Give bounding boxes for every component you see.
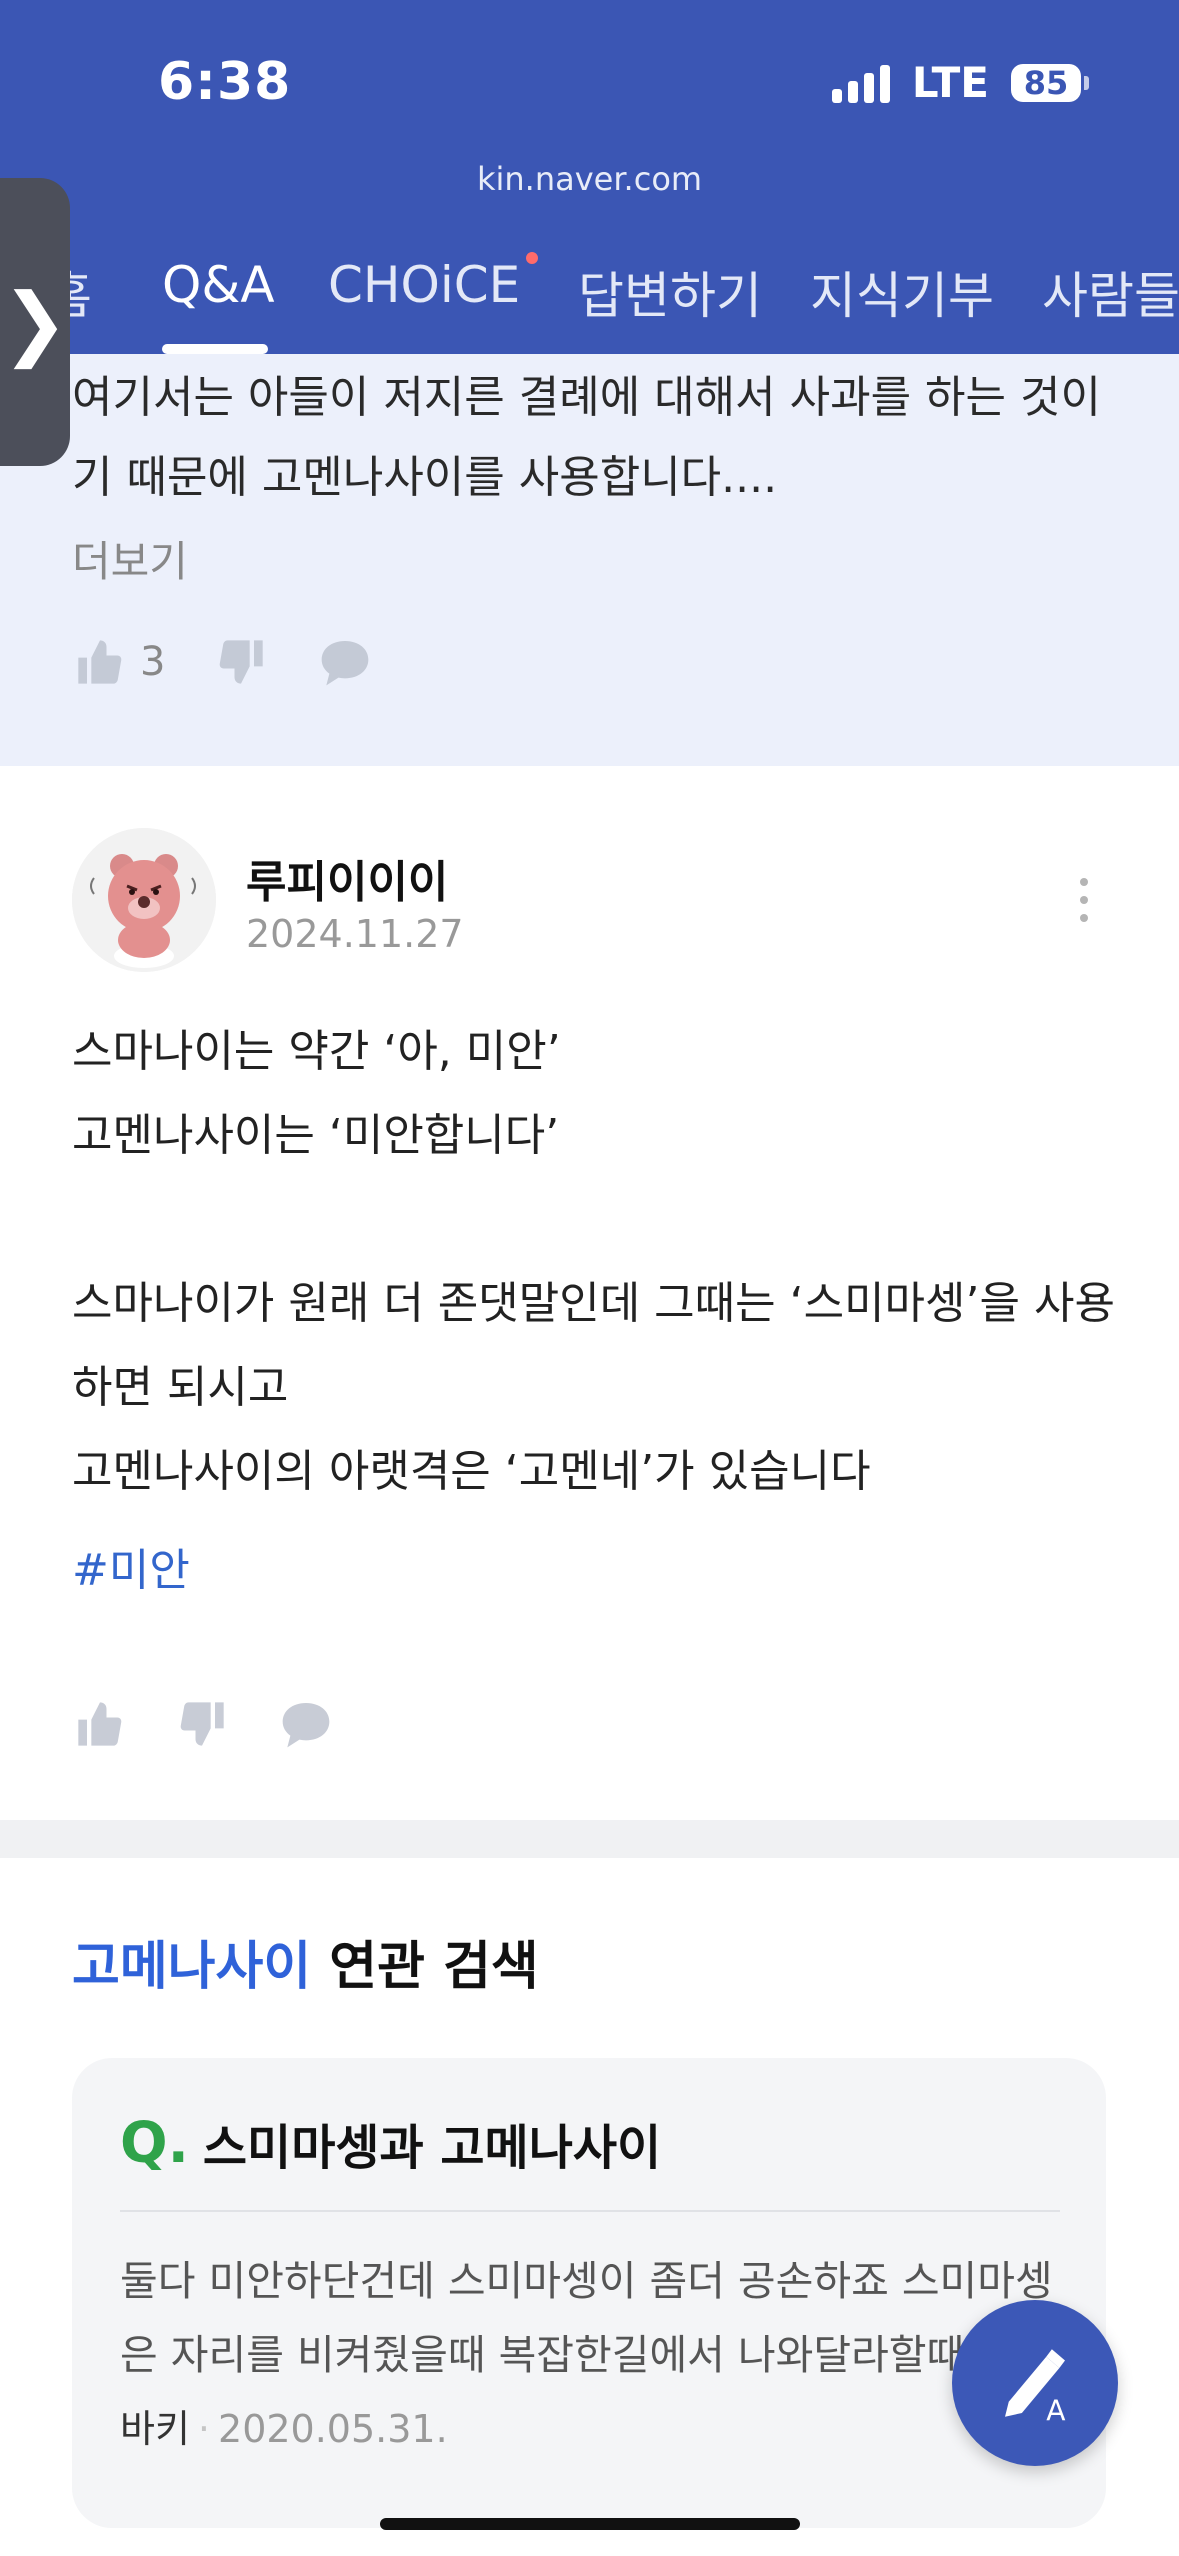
status-time: 6:38 bbox=[158, 52, 292, 112]
related-question-title: 스미마셍과 고메나사이 bbox=[202, 2120, 662, 2176]
author-name[interactable]: 루피이이이 bbox=[246, 846, 448, 910]
tab-donate[interactable]: 지식기부 bbox=[810, 256, 994, 328]
battery-icon: 85 bbox=[1011, 63, 1089, 102]
answer-card: 루피이이이 2024.11.27 스마나이는 약간 ‘아, 미안’ 고멘나사이는… bbox=[0, 766, 1179, 1820]
meta-separator: · bbox=[197, 2407, 211, 2451]
comment-icon bbox=[322, 641, 369, 686]
tab-qna[interactable]: Q&A bbox=[162, 256, 275, 314]
related-author: 바키 bbox=[120, 2407, 190, 2451]
kebab-menu-icon[interactable] bbox=[1080, 878, 1090, 922]
status-indicators: LTE 85 bbox=[831, 58, 1089, 107]
related-question-card[interactable]: Q. 스미마셍과 고메나사이 둘다 미안하단건데 스미마셍이 좀더 공손하죠 스… bbox=[72, 2058, 1106, 2528]
dislike-button[interactable] bbox=[176, 1698, 228, 1750]
card-divider bbox=[120, 2210, 1060, 2212]
comment-button[interactable] bbox=[278, 1698, 334, 1750]
thumbs-up-icon bbox=[78, 1702, 122, 1746]
related-meta: 바키 · 2020.05.31. bbox=[120, 2398, 448, 2453]
answer-line bbox=[72, 1178, 1132, 1262]
tab-answer[interactable]: 답변하기 bbox=[578, 256, 762, 328]
hashtag-link[interactable]: #미안 bbox=[72, 1534, 190, 1598]
thumbs-up-icon bbox=[78, 640, 122, 684]
answer-line: 스마나이는 약간 ‘아, 미안’ bbox=[72, 1026, 561, 1077]
tab-choice[interactable]: CHOiCE bbox=[328, 256, 520, 314]
related-question[interactable]: Q. 스미마셍과 고메나사이 bbox=[120, 2108, 661, 2178]
answer-highlighted: 여기서는 아들이 저지른 결례에 대해서 사과를 하는 것이기 때문에 고멘나사… bbox=[0, 354, 1179, 766]
home-indicator bbox=[380, 2518, 800, 2530]
reaction-bar: 3 bbox=[74, 636, 423, 688]
battery-level: 85 bbox=[1011, 63, 1081, 102]
side-panel-handle[interactable]: ❯ bbox=[0, 178, 70, 466]
related-keyword[interactable]: 고메나사이 bbox=[72, 1937, 311, 1997]
question-mark-icon: Q. bbox=[120, 2110, 189, 2176]
answer-body: 스마나이는 약간 ‘아, 미안’ 고멘나사이는 ‘미안합니다’ 스마나이가 원래… bbox=[72, 1010, 1132, 1514]
like-button[interactable] bbox=[74, 1698, 126, 1750]
answer-text: 여기서는 아들이 저지른 결례에 대해서 사과를 하는 것이기 때문에 고멘나사… bbox=[72, 372, 1101, 503]
thumbs-down-icon bbox=[180, 1702, 224, 1746]
tab-people[interactable]: 사람들 bbox=[1042, 256, 1179, 328]
answer-date: 2024.11.27 bbox=[246, 912, 464, 956]
reaction-bar bbox=[74, 1698, 384, 1750]
answer-line: 하면 되시고 bbox=[72, 1362, 289, 1413]
new-badge-dot bbox=[526, 252, 538, 264]
answer-line: 고멘나사이의 아랫격은 ‘고멘네’가 있습니다 bbox=[72, 1446, 871, 1497]
answer-line: 고멘나사이는 ‘미안합니다’ bbox=[72, 1110, 560, 1161]
like-count: 3 bbox=[140, 639, 166, 685]
tab-bar: 홈 Q&A CHOiCE 답변하기 지식기부 사람들 bbox=[0, 250, 1179, 354]
answer-line: 스마나이가 원래 더 존댓말인데 그때는 ‘스미마셍’을 사용 bbox=[72, 1278, 1115, 1329]
network-label: LTE bbox=[911, 58, 989, 107]
write-answer-button[interactable]: A bbox=[952, 2300, 1118, 2466]
dislike-button[interactable] bbox=[215, 636, 267, 688]
related-search-title: 고메나사이 연관 검색 bbox=[72, 1924, 539, 1999]
app-header: 6:38 LTE 85 kin.naver.com 홈 Q&A CHOiCE 답… bbox=[0, 0, 1179, 354]
write-answer-icon: A bbox=[1005, 2349, 1065, 2428]
browser-url[interactable]: kin.naver.com bbox=[0, 160, 1179, 198]
like-button[interactable]: 3 bbox=[74, 636, 165, 688]
comment-button[interactable] bbox=[317, 636, 373, 688]
related-date: 2020.05.31. bbox=[218, 2407, 448, 2451]
avatar[interactable] bbox=[72, 828, 216, 972]
related-snippet: 둘다 미안하단건데 스미마셍이 좀더 공손하죠 스미마셍은 자리를 비켜줬을때 … bbox=[120, 2257, 1053, 2379]
active-tab-indicator bbox=[162, 344, 268, 354]
chevron-right-icon: ❯ bbox=[1, 275, 69, 369]
comment-icon bbox=[282, 1703, 330, 1748]
thumbs-down-icon bbox=[220, 640, 264, 684]
section-divider bbox=[0, 1820, 1179, 1858]
more-link[interactable]: 더보기 bbox=[72, 528, 188, 589]
svg-text:A: A bbox=[1046, 2395, 1065, 2428]
related-suffix: 연관 검색 bbox=[311, 1937, 539, 1997]
signal-icon bbox=[831, 63, 890, 103]
